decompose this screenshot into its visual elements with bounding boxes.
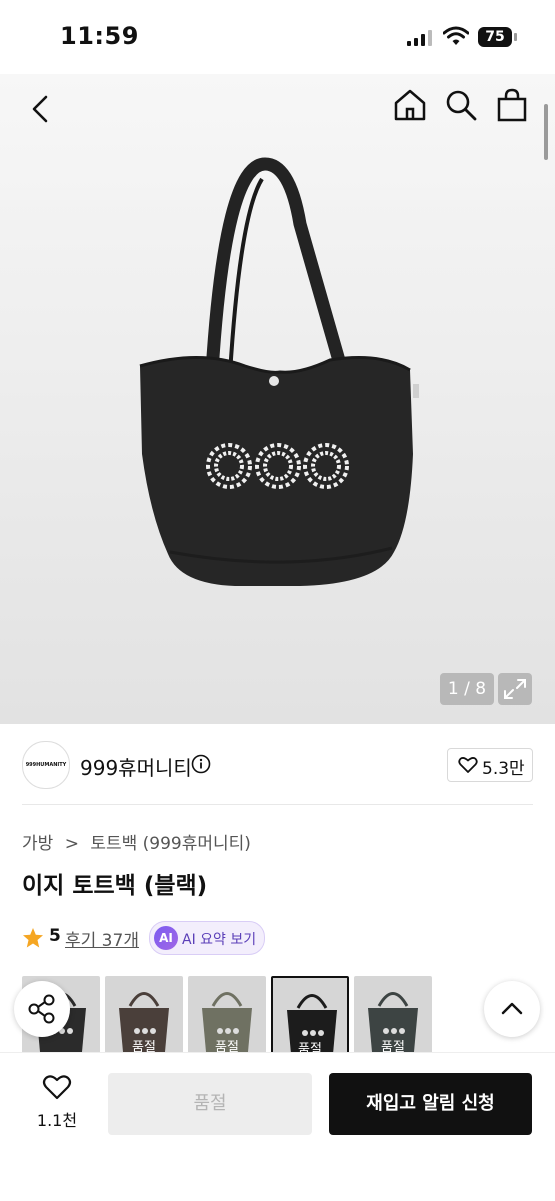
- product-image-gallery[interactable]: 1 / 8: [0, 74, 555, 724]
- info-icon[interactable]: [191, 754, 211, 774]
- variant-thumb[interactable]: 품절: [354, 976, 432, 1056]
- brand-row[interactable]: 999HUMANITY 999휴머니티 5.3만: [0, 724, 555, 804]
- ai-badge: AI: [154, 926, 178, 950]
- variant-thumb[interactable]: 품절: [188, 976, 266, 1056]
- wishlist-count: 1.1천: [36, 1111, 78, 1130]
- scroll-to-top-button[interactable]: [484, 981, 540, 1037]
- color-variants: 품절 품절 품절 품절: [22, 976, 472, 1056]
- breadcrumb: 가방 > 토트백 (999휴머니티): [22, 829, 251, 854]
- status-bar: 11:59 75: [0, 0, 555, 74]
- cellular-signal-icon: [407, 30, 432, 46]
- image-counter: 1 / 8: [440, 673, 494, 705]
- review-count-link[interactable]: 후기 37개: [65, 926, 139, 951]
- tote-bag-image: [139, 157, 419, 586]
- ai-summary-button[interactable]: AI AI 요약 보기: [149, 921, 265, 955]
- expand-icon: [504, 679, 526, 699]
- breadcrumb-category[interactable]: 가방: [22, 829, 53, 854]
- chevron-up-icon: [501, 1002, 523, 1015]
- share-button[interactable]: [14, 981, 70, 1037]
- brand-like-count: 5.3만: [482, 759, 525, 779]
- divider: [22, 804, 533, 805]
- variant-thumb-selected[interactable]: 품절: [271, 976, 349, 1056]
- expand-image-button[interactable]: [498, 673, 532, 705]
- product-title: 이지 토트백 (블랙): [22, 873, 208, 899]
- restock-alert-button[interactable]: 재입고 알림 신청: [329, 1073, 532, 1135]
- star-icon: [23, 928, 43, 948]
- heart-icon: [42, 1075, 72, 1100]
- share-icon: [28, 994, 55, 1024]
- bottom-action-bar: 1.1천 품절 재입고 알림 신청: [0, 1052, 555, 1201]
- wifi-icon: [443, 26, 469, 45]
- status-time: 11:59: [60, 22, 139, 50]
- breadcrumb-separator: >: [64, 834, 79, 854]
- battery-indicator: 75: [478, 27, 512, 47]
- rating-score: 5: [49, 926, 61, 946]
- variant-thumb[interactable]: 품절: [105, 976, 183, 1056]
- breadcrumb-subcategory[interactable]: 토트백 (999휴머니티): [90, 829, 251, 854]
- wishlist-button[interactable]: 1.1천: [28, 1073, 86, 1131]
- heart-icon: [458, 757, 478, 773]
- brand-name[interactable]: 999휴머니티: [80, 752, 192, 781]
- soldout-button[interactable]: 품절: [108, 1073, 312, 1135]
- brand-like-button[interactable]: 5.3만: [447, 748, 533, 782]
- ai-summary-label: AI 요약 보기: [182, 932, 257, 948]
- brand-logo[interactable]: 999HUMANITY: [22, 741, 70, 789]
- battery-tip: [514, 33, 517, 41]
